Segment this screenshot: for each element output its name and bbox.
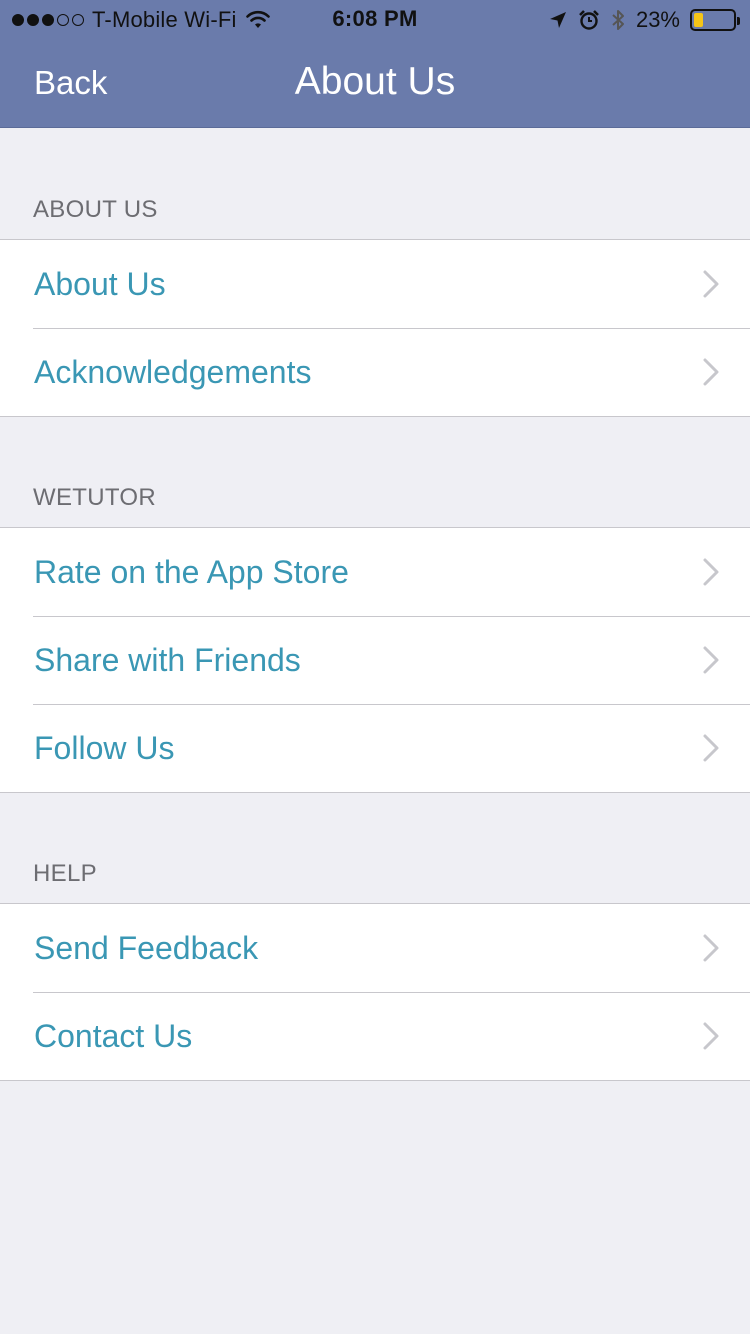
menu-item-label: Send Feedback [34,930,259,966]
location-arrow-icon [549,12,566,28]
menu-item-label: Share with Friends [34,642,301,678]
navigation-bar: Back About Us [0,40,750,128]
page-title: About Us [294,60,456,103]
menu-item-label: Follow Us [34,730,175,766]
chevron-right-icon [703,646,719,674]
settings-group-about-us: About Us Acknowledgements [0,239,750,417]
status-bar: T-Mobile Wi-Fi 6:08 PM 23% [0,0,750,40]
chevron-right-icon [703,1022,719,1050]
bluetooth-icon [612,10,624,30]
chevron-right-icon [703,270,719,298]
chevron-right-icon [703,934,719,962]
alarm-icon [579,10,599,30]
section-header-wetutor: WETUTOR [33,484,156,511]
header: T-Mobile Wi-Fi 6:08 PM 23% Back About Us [0,0,750,128]
section-header-help: HELP [33,860,97,887]
about-us-screen: T-Mobile Wi-Fi 6:08 PM 23% Back About Us… [0,0,750,1334]
menu-item-rate-app-store[interactable]: Rate on the App Store [0,528,750,616]
menu-item-label: Acknowledgements [34,354,312,390]
chevron-right-icon [703,734,719,762]
menu-item-label: Contact Us [34,1018,193,1054]
battery-level-fill [694,13,703,27]
chevron-right-icon [703,358,719,386]
menu-item-send-feedback[interactable]: Send Feedback [0,904,750,992]
settings-group-help: Send Feedback Contact Us [0,903,750,1081]
settings-group-wetutor: Rate on the App Store Share with Friends… [0,527,750,793]
battery-icon [690,9,740,31]
status-right: 23% [548,6,740,34]
menu-item-label: Rate on the App Store [34,554,349,590]
menu-item-label: About Us [34,266,166,302]
battery-percent: 23% [635,7,680,32]
section-header-about-us: ABOUT US [33,196,158,223]
menu-item-acknowledgements[interactable]: Acknowledgements [0,328,750,416]
menu-item-about-us[interactable]: About Us [0,240,750,328]
chevron-right-icon [703,558,719,586]
menu-item-share-with-friends[interactable]: Share with Friends [0,616,750,704]
menu-item-follow-us[interactable]: Follow Us [0,704,750,792]
menu-item-contact-us[interactable]: Contact Us [0,992,750,1080]
